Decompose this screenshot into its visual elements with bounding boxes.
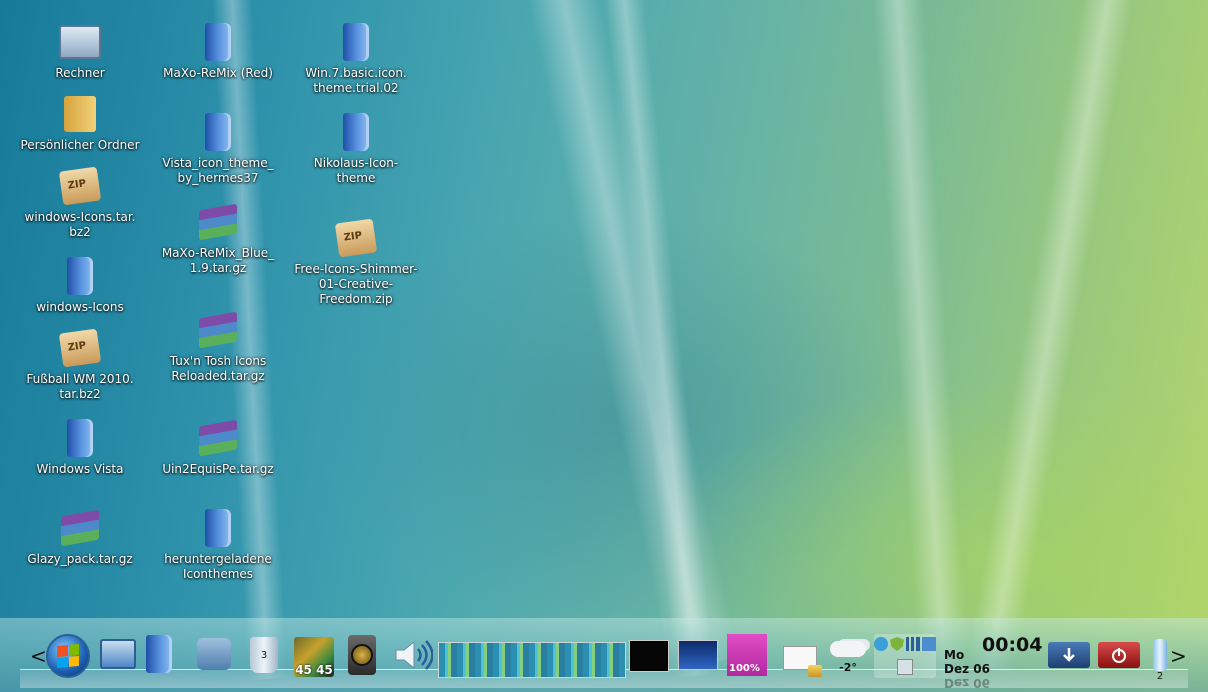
desktop-icon-windows-icons[interactable]: windows-Icons	[15, 254, 145, 315]
dock-scroll-left[interactable]: <	[30, 644, 47, 668]
media-player-launcher[interactable]	[346, 634, 378, 676]
clock-time: 00:04	[982, 634, 1043, 656]
computer-icon	[59, 25, 101, 59]
desktop-icon-windows-icons-tar[interactable]: ZIP windows-Icons.tar. bz2	[15, 164, 145, 240]
desktop-icon-heruntergeladene[interactable]: heruntergeladene Iconthemes	[153, 506, 283, 582]
pager-number: 2	[1156, 670, 1164, 682]
desktop-icon-label: heruntergeladene Iconthemes	[164, 552, 272, 581]
start-menu-button[interactable]	[46, 634, 90, 678]
taskbar: < 3 45 45 100% -2° 00:04 Mo Dez 06 Dez 0…	[0, 618, 1208, 692]
system-tray	[874, 634, 936, 678]
desktop-icon-label: windows-Icons.tar. bz2	[24, 210, 136, 239]
desktop-icon-label: Vista_icon_theme_ by_hermes37	[162, 156, 274, 185]
wallpaper-ray	[965, 0, 1140, 674]
volume-icon	[395, 640, 433, 670]
removable-device-launcher[interactable]	[192, 634, 236, 674]
rar-archive-icon	[199, 311, 237, 349]
desktop-icon-vista-icon-theme[interactable]: Vista_icon_theme_ by_hermes37	[153, 110, 283, 186]
temperature: -2°	[839, 660, 857, 674]
volume-control[interactable]	[392, 638, 434, 672]
desktop-icon-maxo-remix-red[interactable]: MaXo-ReMix (Red)	[153, 20, 283, 81]
system-meter[interactable]: 45 45	[292, 636, 336, 678]
folder-icon	[205, 113, 231, 151]
desktop-icon-glazy-pack[interactable]: Glazy_pack.tar.gz	[15, 506, 145, 567]
folder-icon	[205, 509, 231, 547]
zip-archive-icon: ZIP	[334, 218, 378, 258]
arrow-down-icon	[1063, 648, 1075, 662]
rar-archive-icon	[61, 509, 99, 547]
desktop-icon-uin2equispe[interactable]: Uin2EquisPe.tar.gz	[153, 416, 283, 477]
shield-icon[interactable]	[890, 637, 904, 651]
trash-icon: 3	[250, 637, 278, 673]
digital-clock[interactable]: 00:04 Mo Dez 06 Dez 06	[942, 632, 1043, 690]
cloud-icon	[830, 640, 866, 657]
desktop-icon-label: Glazy_pack.tar.gz	[27, 552, 133, 566]
desktop-icon-label: windows-Icons	[36, 300, 124, 314]
battery-monitor[interactable]: 100%	[727, 634, 767, 676]
meter-values: 45 45	[295, 663, 333, 677]
trash-count: 3	[260, 649, 268, 661]
weather-applet[interactable]: -2°	[826, 636, 870, 678]
desktop-icon-label: Uin2EquisPe.tar.gz	[162, 462, 274, 476]
desktop-icon-label: Windows Vista	[36, 462, 124, 476]
dock-scroll-right[interactable]: >	[1170, 644, 1187, 668]
rar-archive-icon	[199, 203, 237, 241]
desktop-icon-fussball-wm[interactable]: ZIP Fußball WM 2010. tar.bz2	[15, 326, 145, 402]
desktop-icon-tuxn-tosh[interactable]: Tux'n Tosh Icons Reloaded.tar.gz	[153, 308, 283, 384]
pager-desktop-thumbnail[interactable]	[438, 642, 626, 678]
window-thumbnail-blue[interactable]	[678, 640, 718, 670]
folder-icon	[67, 257, 93, 295]
desktop-icon-label: Fußball WM 2010. tar.bz2	[26, 372, 134, 401]
folder-icon	[205, 23, 231, 61]
update-icon[interactable]	[922, 637, 936, 651]
folder-icon	[343, 23, 369, 61]
folder-icon	[343, 113, 369, 151]
window-thumbnail-dark[interactable]	[629, 640, 669, 672]
desktop-launcher[interactable]	[100, 636, 136, 672]
mail-lock-applet[interactable]	[780, 640, 822, 677]
network-icon[interactable]	[874, 637, 888, 651]
mail-lock-icon	[783, 646, 822, 677]
desktop-icon-free-icons-shimmer[interactable]: ZIP Free-Icons-Shimmer- 01-Creative- Fre…	[291, 216, 421, 307]
folder-icon	[67, 419, 93, 457]
desktop-icon-label: Rechner	[55, 66, 105, 80]
file-manager-launcher[interactable]	[144, 634, 174, 674]
desktop-icon-persoenlicher-ordner[interactable]: Persönlicher Ordner	[15, 92, 145, 153]
desktop-icon-win7-basic[interactable]: Win.7.basic.icon. theme.trial.02	[291, 20, 421, 96]
clock-date: Dez 06	[944, 662, 990, 676]
desktop-icon-label: Free-Icons-Shimmer- 01-Creative- Freedom…	[294, 262, 418, 306]
trash-launcher[interactable]: 3	[246, 634, 282, 676]
zip-archive-icon: ZIP	[58, 166, 102, 206]
desktop-icon-label: Win.7.basic.icon. theme.trial.02	[305, 66, 407, 95]
download-button[interactable]	[1048, 642, 1090, 668]
clock-day: Mo	[944, 648, 965, 662]
desktop-icon-label: Nikolaus-Icon- theme	[313, 156, 399, 185]
bottle-icon	[1153, 638, 1167, 671]
desktop-icon-maxo-remix-blue[interactable]: MaXo-ReMix_Blue_ 1.9.tar.gz	[153, 200, 283, 276]
folder-icon	[146, 635, 172, 673]
desktop-icon-label: Persönlicher Ordner	[20, 138, 140, 152]
monitor-icon	[100, 639, 136, 669]
clock-date-reflection: Dez 06	[944, 676, 990, 690]
zip-archive-icon: ZIP	[58, 328, 102, 368]
speaker-box-icon	[348, 635, 376, 675]
meter-icon: 45 45	[294, 637, 334, 677]
signal-bars-icon[interactable]	[906, 637, 920, 651]
battery-percent: 100%	[729, 663, 760, 674]
desktop-icon-label: MaXo-ReMix (Red)	[163, 66, 273, 80]
pager-applet[interactable]: 2	[1150, 636, 1170, 684]
desktop-icon-rechner[interactable]: Rechner	[15, 20, 145, 81]
rar-archive-icon	[199, 419, 237, 457]
windows-flag-icon	[57, 643, 79, 669]
desktop-icon-label: Tux'n Tosh Icons Reloaded.tar.gz	[169, 354, 267, 383]
desktop-icon-nikolaus[interactable]: Nikolaus-Icon- theme	[291, 110, 421, 186]
desktop-icon-label: MaXo-ReMix_Blue_ 1.9.tar.gz	[161, 246, 275, 275]
power-icon	[1112, 648, 1126, 663]
home-folder-icon	[64, 96, 96, 132]
drive-icon	[197, 638, 231, 670]
desktop-icon-windows-vista[interactable]: Windows Vista	[15, 416, 145, 477]
wallpaper-ray	[870, 0, 971, 680]
clipboard-icon[interactable]	[897, 659, 913, 675]
logout-button[interactable]	[1098, 642, 1140, 668]
